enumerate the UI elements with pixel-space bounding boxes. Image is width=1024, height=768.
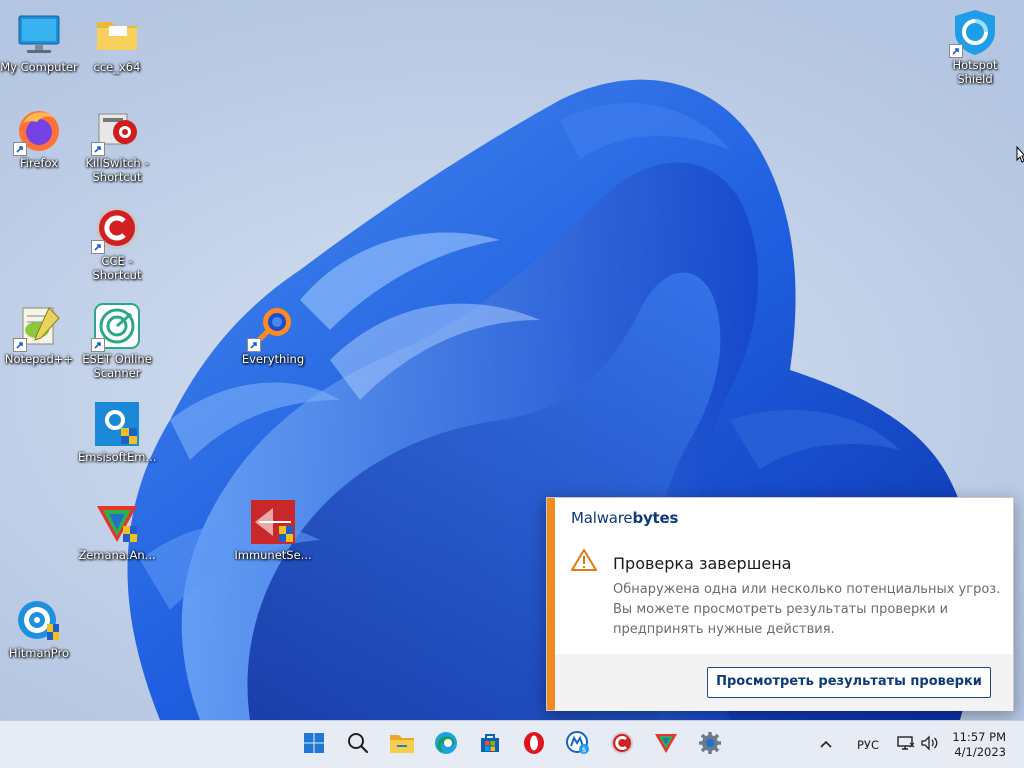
malwarebytes-notification[interactable]: Malwarebytes Проверка завершена Обнаруже… xyxy=(546,497,1014,711)
shortcut-arrow-icon xyxy=(91,240,105,254)
notification-accent-bar xyxy=(547,498,555,710)
desktop-icon-label: cce_x64 xyxy=(93,60,141,74)
file-explorer-icon xyxy=(389,732,415,759)
desktop-icon-my-computer[interactable]: My Computer xyxy=(0,10,78,74)
shortcut-arrow-icon xyxy=(949,44,963,58)
emsisoft-icon xyxy=(93,400,141,448)
network-status[interactable] xyxy=(893,729,919,761)
store-icon xyxy=(479,732,501,759)
desktop-icon-cce-shortcut[interactable]: CCE - Shortcut xyxy=(78,204,156,282)
desktop-icon-label: Hotspot Shield xyxy=(952,58,998,86)
comodo-cleaning-icon xyxy=(91,204,141,254)
comodo-icon xyxy=(610,731,634,760)
immunet-icon xyxy=(249,498,297,546)
eset-icon xyxy=(91,302,141,352)
edge-icon xyxy=(434,731,458,760)
malwarebytes-icon: $ xyxy=(566,730,590,760)
taskbar-settings[interactable] xyxy=(694,729,726,761)
desktop-icon-label: Everything xyxy=(241,352,305,366)
taskbar-store[interactable] xyxy=(474,729,506,761)
desktop-icon-label: Firefox xyxy=(19,156,59,170)
volume-icon xyxy=(920,734,940,756)
taskbar-comodo[interactable] xyxy=(606,729,638,761)
desktop-icon-label: ESET Online Scanner xyxy=(82,352,152,380)
taskbar-opera[interactable] xyxy=(518,729,550,761)
zemana-icon xyxy=(654,731,678,760)
desktop-icon-label: HitmanPro xyxy=(8,646,70,660)
opera-icon xyxy=(522,731,546,760)
taskbar-edge[interactable] xyxy=(430,729,462,761)
everything-search-icon xyxy=(247,302,297,352)
taskbar: $ РУС 11:57 PM 4/1/2023 xyxy=(0,720,1024,768)
desktop-icon-label: My Computer xyxy=(0,60,78,74)
desktop-icon-hitmanpro[interactable]: HitmanPro xyxy=(0,596,78,660)
taskbar-malwarebytes[interactable]: $ xyxy=(562,729,594,761)
zemana-icon xyxy=(93,498,141,546)
desktop-icon-everything[interactable]: Everything xyxy=(234,302,312,366)
taskbar-search-button[interactable] xyxy=(342,729,374,761)
shortcut-arrow-icon xyxy=(91,338,105,352)
svg-text:$: $ xyxy=(582,746,586,754)
notification-title: Проверка завершена xyxy=(613,554,792,573)
shortcut-arrow-icon xyxy=(91,142,105,156)
show-hidden-icons-button[interactable] xyxy=(814,729,838,761)
warning-icon xyxy=(571,548,597,577)
mouse-cursor-icon xyxy=(1016,145,1024,169)
clock-time: 11:57 PM xyxy=(952,730,1006,744)
desktop-icon-label: CCE - Shortcut xyxy=(92,254,142,282)
desktop-icon-immunet[interactable]: ImmunetSe... xyxy=(234,498,312,562)
computer-icon xyxy=(15,10,63,58)
notification-message: Обнаружена одна или несколько потенциаль… xyxy=(613,582,1001,637)
desktop-icon-hotspot-shield[interactable]: Hotspot Shield xyxy=(936,8,1014,86)
shortcut-arrow-icon xyxy=(13,338,27,352)
taskbar-zemana[interactable] xyxy=(650,729,682,761)
search-icon xyxy=(347,732,369,759)
killswitch-icon xyxy=(91,106,141,156)
desktop-icon-cce-x64[interactable]: cce_x64 xyxy=(78,10,156,74)
desktop-icon-eset[interactable]: ESET Online Scanner xyxy=(78,302,156,380)
desktop-icon-zemana[interactable]: Zemana.An... xyxy=(78,498,156,562)
hitmanpro-icon xyxy=(15,596,63,644)
shortcut-arrow-icon xyxy=(13,142,27,156)
notepadpp-icon xyxy=(13,302,63,352)
chevron-up-icon xyxy=(819,736,833,754)
malwarebytes-logo: Malwarebytes xyxy=(571,509,679,527)
language-indicator[interactable]: РУС xyxy=(857,738,879,752)
hotspot-shield-icon xyxy=(949,8,999,58)
desktop-icon-killswitch[interactable]: KillSwitch - Shortcut xyxy=(78,106,156,184)
desktop-icon-firefox[interactable]: Firefox xyxy=(0,106,78,170)
view-scan-results-button[interactable]: Просмотреть результаты проверки xyxy=(707,667,991,698)
network-icon xyxy=(897,735,915,756)
desktop-icon-notepadpp[interactable]: Notepad++ xyxy=(0,302,78,366)
start-button[interactable] xyxy=(298,729,330,761)
taskbar-clock[interactable]: 11:57 PM 4/1/2023 xyxy=(952,730,1006,760)
desktop-icon-label: KillSwitch - Shortcut xyxy=(85,156,149,184)
volume-control[interactable] xyxy=(917,729,943,761)
shortcut-arrow-icon xyxy=(247,338,261,352)
desktop-icon-label: ImmunetSe... xyxy=(234,548,312,562)
firefox-icon xyxy=(13,106,63,156)
desktop-icon-label: EmsisoftEm... xyxy=(78,450,157,464)
folder-icon xyxy=(93,10,141,58)
windows-start-icon xyxy=(303,732,325,759)
desktop-icon-label: Zemana.An... xyxy=(78,548,156,562)
desktop-icon-label: Notepad++ xyxy=(4,352,74,366)
taskbar-file-explorer[interactable] xyxy=(386,729,418,761)
settings-icon xyxy=(698,731,722,760)
clock-date: 4/1/2023 xyxy=(954,745,1006,759)
desktop-icon-emsisoft[interactable]: EmsisoftEm... xyxy=(78,400,156,464)
